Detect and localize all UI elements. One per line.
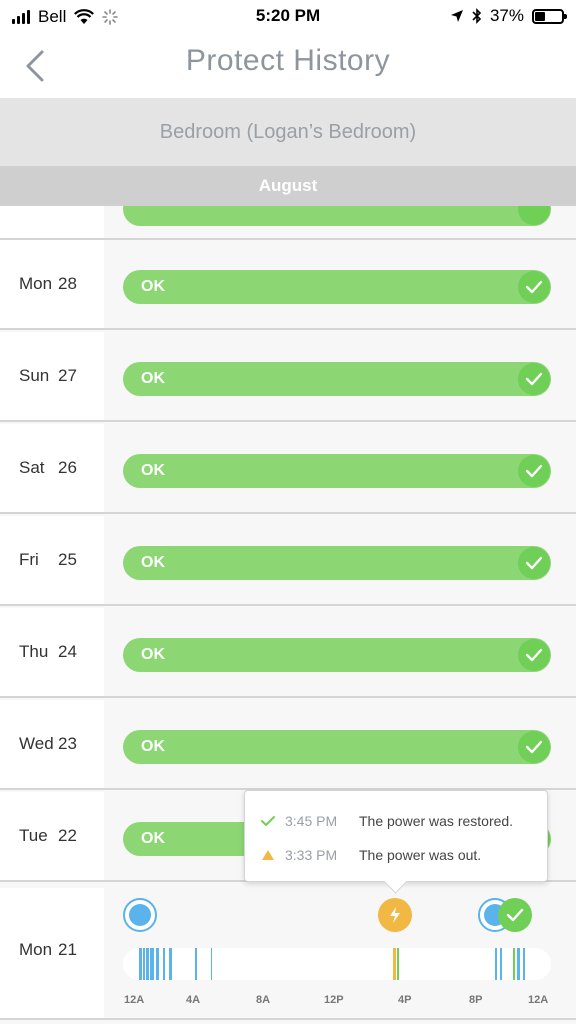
activity-tick [513, 948, 515, 980]
status-pill[interactable]: OK [123, 362, 551, 396]
check-icon [518, 547, 550, 579]
activity-tick [393, 948, 396, 980]
lightning-icon [390, 907, 400, 923]
bluetooth-icon [472, 8, 482, 24]
activity-tick [150, 948, 154, 980]
activity-tick [163, 948, 165, 980]
day-date: 25 [58, 550, 77, 569]
day-name: Wed [19, 734, 54, 753]
warning-icon [262, 850, 274, 860]
axis-label: 4P [398, 994, 412, 1006]
axis-label: 12A [528, 994, 549, 1006]
axis-label: 12A [124, 994, 145, 1006]
status-label: OK [141, 462, 165, 479]
status-label: OK [141, 370, 165, 387]
activity-tick [523, 948, 525, 980]
check-icon [518, 363, 550, 395]
status-pill[interactable]: OK [123, 730, 551, 764]
check-icon [518, 455, 550, 487]
day-name: Mon [19, 274, 53, 293]
history-row: Fri 25 OK [0, 516, 576, 606]
battery-icon [532, 8, 567, 24]
status-pill[interactable]: OK [123, 270, 551, 304]
activity-tick [143, 948, 145, 980]
check-icon [506, 908, 524, 922]
status-label: OK [141, 646, 165, 663]
activity-tick [500, 948, 502, 980]
axis-label: 4A [186, 994, 201, 1006]
event-marker-start[interactable] [123, 898, 157, 932]
check-icon [518, 731, 550, 763]
activity-tick [156, 948, 159, 980]
activity-tick [169, 948, 172, 980]
history-list[interactable]: Mon 28 OK Sun 27 OK Sat 26 OK Fri 25 OK Thu 24 OK Wed 23… [0, 206, 576, 1024]
popover-event-restored[interactable]: 3:45 PM The power was restored. [261, 813, 513, 829]
status-label: OK [141, 554, 165, 571]
activity-tick [195, 948, 197, 980]
day-name: Tue [19, 826, 48, 845]
day-date: 27 [58, 366, 77, 385]
day-date: 21 [58, 940, 77, 959]
activity-tick [211, 948, 212, 980]
history-row: Sat 26 OK [0, 424, 576, 514]
page-title: Protect History [185, 44, 391, 77]
event-message: The power was restored. [359, 813, 514, 829]
axis-label: 12P [324, 994, 344, 1006]
status-label: OK [141, 830, 165, 847]
day-name: Thu [19, 642, 49, 661]
battery-percent: 37% [489, 6, 524, 25]
activity-tick [139, 948, 142, 980]
history-row: Wed 23 OK [0, 700, 576, 790]
status-right: 37% [450, 6, 567, 26]
status-label: OK [141, 278, 165, 295]
day-timeline-bar[interactable] [123, 948, 551, 980]
activity-tick [517, 948, 520, 980]
history-row: Mon 28 OK [0, 240, 576, 330]
location-arrow-icon [450, 10, 463, 22]
day-date: 22 [58, 826, 77, 845]
axis-label: 8P [469, 994, 483, 1006]
ok-check-marker[interactable] [498, 898, 532, 932]
activity-tick [397, 948, 399, 980]
device-name: Bedroom (Logan’s Bedroom) [0, 98, 576, 166]
history-row: Sun 27 OK [0, 332, 576, 422]
day-date: 26 [58, 458, 77, 477]
activity-tick [495, 948, 497, 980]
check-icon [518, 639, 550, 671]
status-pill[interactable]: OK [123, 546, 551, 580]
battery-level [535, 11, 545, 21]
status-pill[interactable]: OK [123, 638, 551, 672]
event-popover: 3:45 PM The power was restored. 3:33 PM … [244, 790, 548, 882]
nav-bar: Protect History [0, 34, 576, 98]
day-date: 24 [58, 642, 77, 661]
power-event-marker[interactable] [378, 898, 412, 932]
event-time: 3:33 PM [285, 847, 338, 863]
history-row: Thu 24 OK [0, 608, 576, 698]
history-row-timeline: Mon 21 12A 4A 8A 12P 4P 8P 12A [0, 888, 576, 1020]
day-date: 28 [58, 274, 77, 293]
day-date: 23 [58, 734, 77, 753]
axis-label: 8A [256, 994, 271, 1006]
status-pill[interactable] [123, 206, 551, 226]
day-name: Fri [19, 550, 39, 569]
activity-tick [146, 948, 149, 980]
day-name: Sat [19, 458, 45, 477]
day-name: Mon [19, 940, 53, 959]
popover-event-outage[interactable]: 3:33 PM The power was out. [261, 847, 481, 863]
history-row-partial [0, 206, 576, 240]
event-time: 3:45 PM [285, 813, 338, 829]
status-pill[interactable]: OK [123, 454, 551, 488]
event-message: The power was out. [359, 847, 482, 863]
day-name: Sun [19, 366, 50, 385]
check-icon [261, 816, 275, 826]
month-header: August [0, 166, 576, 206]
check-icon [518, 206, 550, 225]
status-label: OK [141, 738, 165, 755]
check-icon [518, 271, 550, 303]
status-bar: Bell 5:20 PM 37% [0, 0, 576, 34]
